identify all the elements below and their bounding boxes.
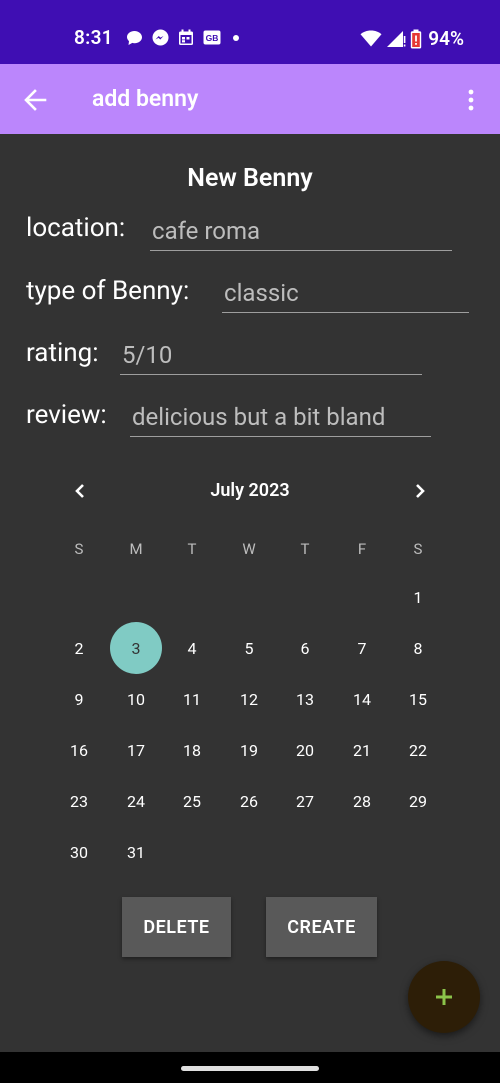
status-time: 8:31	[74, 26, 113, 49]
calendar-day[interactable]: 16	[53, 724, 105, 776]
calendar-day[interactable]: 20	[279, 724, 331, 776]
notification-icons: GB	[126, 29, 242, 46]
calendar-day[interactable]: 19	[223, 724, 275, 776]
system-nav-bar	[0, 1052, 500, 1083]
calendar-day[interactable]: 10	[110, 673, 162, 725]
calendar-day[interactable]: 13	[279, 673, 331, 725]
signal-icon	[387, 30, 406, 47]
add-fab-button[interactable]	[408, 961, 480, 1033]
battery-icon	[411, 29, 422, 48]
status-bar: 8:31 GB 94%	[0, 0, 500, 64]
location-field[interactable]	[150, 215, 452, 251]
calendar-day[interactable]: 6	[279, 622, 331, 674]
dot-icon	[233, 34, 239, 41]
arrow-back-icon	[24, 89, 47, 111]
calendar-day[interactable]: 27	[279, 775, 331, 827]
calendar-day[interactable]: 15	[392, 673, 444, 725]
review-label: review:	[26, 400, 107, 430]
calendar-day[interactable]: 30	[53, 826, 105, 878]
calendar-day[interactable]: 23	[53, 775, 105, 827]
wifi-icon	[360, 30, 382, 47]
calendar-weekday-label: S	[413, 540, 423, 558]
create-button[interactable]: CREATE	[266, 897, 377, 957]
delete-button[interactable]: DELETE	[122, 897, 231, 957]
next-month-button[interactable]	[406, 478, 436, 504]
calendar-weekday-label: F	[357, 540, 367, 558]
calendar-weekday-label: S	[74, 540, 84, 558]
calendar-day[interactable]: 18	[166, 724, 218, 776]
calendar-day[interactable]: 17	[110, 724, 162, 776]
calendar-day[interactable]: 21	[336, 724, 388, 776]
calendar-day[interactable]: 29	[392, 775, 444, 827]
home-gesture-handle[interactable]	[181, 1066, 319, 1071]
overflow-menu-button[interactable]	[456, 84, 486, 116]
rating-field[interactable]	[120, 339, 422, 375]
more-vert-icon	[468, 89, 474, 111]
calendar-weekday-label: W	[242, 540, 256, 558]
back-button[interactable]	[18, 83, 52, 117]
calendar-day[interactable]: 24	[110, 775, 162, 827]
calendar-day[interactable]: 9	[53, 673, 105, 725]
gb-icon: GB	[203, 30, 221, 45]
review-field[interactable]	[130, 401, 431, 437]
calendar-weekday-label: T	[300, 540, 310, 558]
battery-percent: 94%	[428, 27, 464, 50]
calendar-weekday-label: M	[129, 540, 143, 558]
plus-icon	[436, 989, 452, 1005]
type-field[interactable]	[222, 277, 469, 313]
calendar-day[interactable]: 1	[392, 571, 444, 623]
chevron-right-icon	[416, 484, 425, 498]
calendar-day[interactable]: 22	[392, 724, 444, 776]
calendar-day[interactable]: 11	[166, 673, 218, 725]
chat-bubble-icon	[127, 30, 142, 45]
messenger-icon	[152, 29, 169, 46]
svg-text:GB: GB	[206, 33, 219, 43]
calendar-day[interactable]: 28	[336, 775, 388, 827]
calendar-weekday-label: T	[187, 540, 197, 558]
calendar-day[interactable]: 12	[223, 673, 275, 725]
calendar-day[interactable]: 7	[336, 622, 388, 674]
calendar-day[interactable]: 25	[166, 775, 218, 827]
calendar-day[interactable]: 4	[166, 622, 218, 674]
calendar-day[interactable]: 5	[223, 622, 275, 674]
app-bar: add benny	[0, 64, 500, 134]
calendar-day[interactable]: 8	[392, 622, 444, 674]
calendar-day-selected[interactable]: 3	[110, 622, 162, 674]
type-label: type of Benny:	[26, 276, 190, 306]
form-title: New Benny	[187, 164, 313, 193]
location-label: location:	[26, 213, 126, 243]
status-right: 94%	[360, 27, 464, 50]
rating-label: rating:	[26, 338, 99, 368]
calendar-day[interactable]: 26	[223, 775, 275, 827]
calendar-day[interactable]: 31	[110, 826, 162, 878]
calendar-day[interactable]: 2	[53, 622, 105, 674]
calendar-day[interactable]: 14	[336, 673, 388, 725]
page-title: add benny	[92, 85, 199, 112]
calendar-icon	[179, 29, 193, 45]
